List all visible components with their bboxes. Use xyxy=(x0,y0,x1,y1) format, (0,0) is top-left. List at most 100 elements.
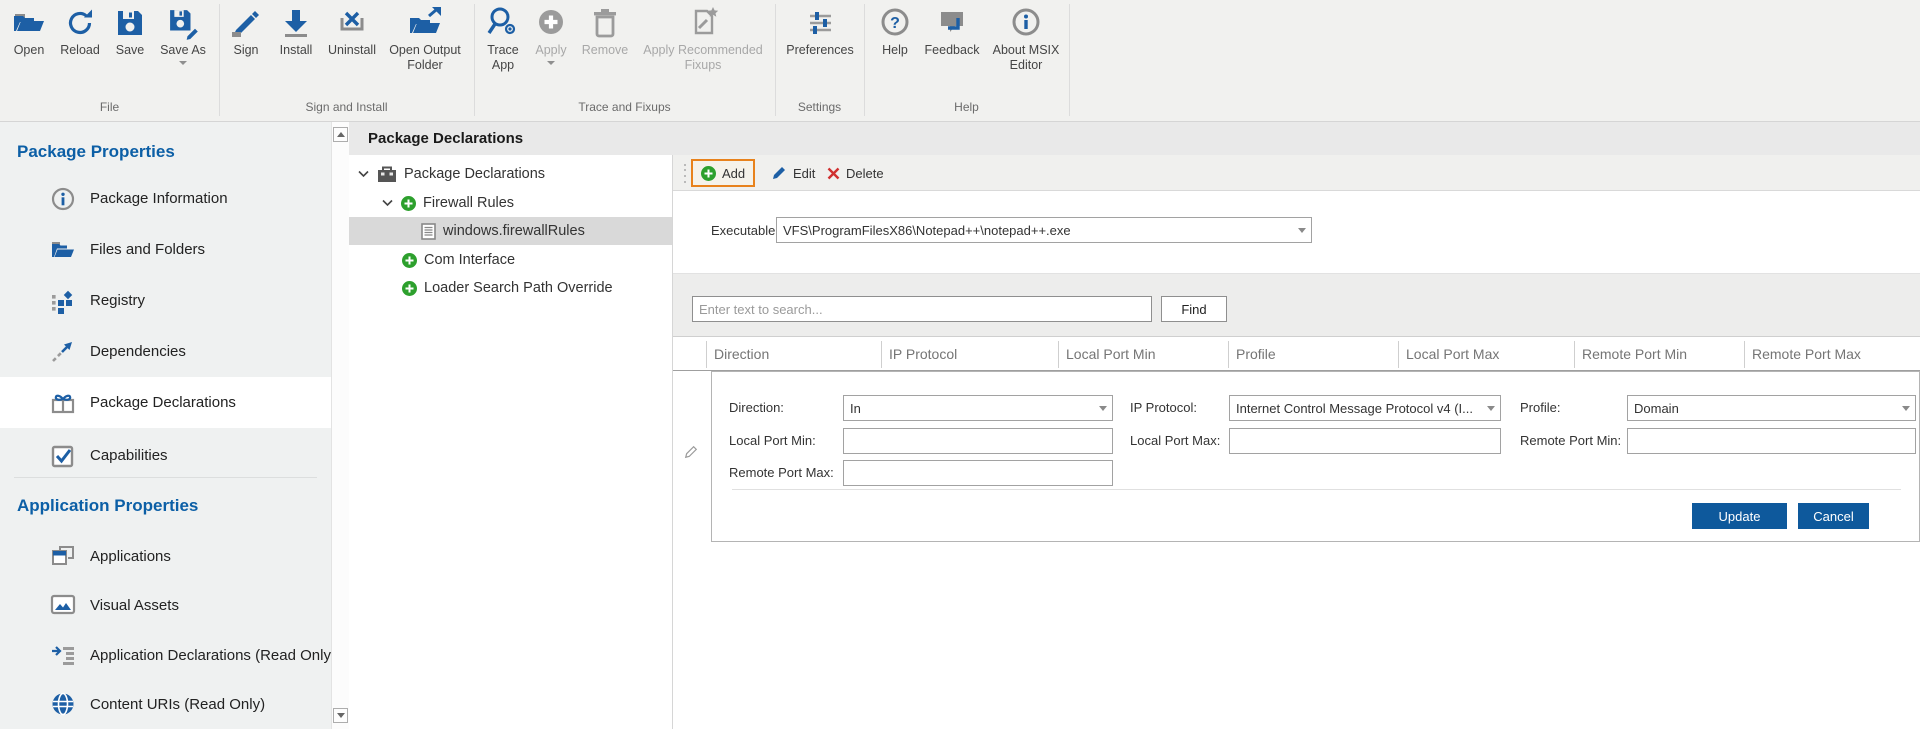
sidebar-item-label: Application Declarations (Read Only) xyxy=(90,647,336,664)
dropdown-chevron-icon xyxy=(179,61,187,65)
remote-port-min-input[interactable] xyxy=(1627,428,1916,454)
combo-arrow-icon xyxy=(1094,406,1112,411)
column-separator xyxy=(1574,341,1575,368)
sidebar-item-files-and-folders[interactable]: Files and Folders xyxy=(0,224,331,275)
executable-combobox[interactable]: VFS\ProgramFilesX86\Notepad++\notepad++.… xyxy=(776,217,1312,243)
column-header-remote-port-max[interactable]: Remote Port Max xyxy=(1752,337,1861,372)
column-header-direction[interactable]: Direction xyxy=(714,337,769,372)
sidebar-item-package-information[interactable]: Package Information xyxy=(0,173,331,224)
install-button[interactable]: Install xyxy=(270,3,322,58)
uninstall-button[interactable]: Uninstall xyxy=(324,3,380,58)
sidebar-item-content-uris[interactable]: Content URIs (Read Only) xyxy=(0,679,331,729)
install-arrow-icon xyxy=(278,5,314,41)
help-button[interactable]: ? Help xyxy=(873,3,917,58)
tree-row-firewall-rules[interactable]: Firewall Rules xyxy=(349,189,672,217)
scrollbar-up-arrow[interactable] xyxy=(333,127,348,142)
search-input[interactable] xyxy=(692,296,1152,322)
open-output-folder-label: Open Output Folder xyxy=(382,43,468,73)
save-as-button[interactable]: Save As xyxy=(154,3,212,65)
declarations-tree: Package Declarations Firewall Rules wind… xyxy=(349,155,672,729)
sign-button[interactable]: Sign xyxy=(224,3,268,58)
executable-value: VFS\ProgramFilesX86\Notepad++\notepad++.… xyxy=(777,223,1293,238)
local-port-max-input[interactable] xyxy=(1229,428,1501,454)
column-header-profile[interactable]: Profile xyxy=(1236,337,1276,372)
delete-label: Delete xyxy=(846,166,884,181)
delete-button[interactable]: Delete xyxy=(819,159,892,187)
ip-protocol-combobox[interactable]: Internet Control Message Protocol v4 (I.… xyxy=(1229,395,1501,421)
tree-row-package-declarations[interactable]: Package Declarations xyxy=(349,160,672,188)
triangle-up-icon xyxy=(337,132,345,137)
trace-app-label: Trace App xyxy=(480,43,526,73)
open-output-folder-icon xyxy=(407,5,443,41)
toolbar-grip-handle[interactable] xyxy=(684,162,686,184)
column-header-ip-protocol[interactable]: IP Protocol xyxy=(889,337,957,372)
dependency-arrow-icon xyxy=(50,339,76,365)
tree-row-com-interface[interactable]: Com Interface xyxy=(349,246,672,274)
update-button[interactable]: Update xyxy=(1692,503,1787,529)
sidebar-item-dependencies[interactable]: Dependencies xyxy=(0,326,331,377)
sidebar-item-label: Capabilities xyxy=(90,447,168,464)
sidebar-item-registry[interactable]: Registry xyxy=(0,275,331,326)
save-icon xyxy=(112,5,148,41)
column-header-local-port-max[interactable]: Local Port Max xyxy=(1406,337,1499,372)
tree-label: Com Interface xyxy=(424,252,515,268)
ribbon-group-file: File xyxy=(0,100,219,114)
triangle-down-icon xyxy=(337,713,345,718)
add-button[interactable]: Add xyxy=(691,159,755,187)
edit-button[interactable]: Edit xyxy=(763,159,823,187)
ribbon-group-sign-and-install: Sign and Install xyxy=(219,100,474,114)
tree-label: windows.firewallRules xyxy=(443,223,585,239)
edit-label: Edit xyxy=(793,166,815,181)
form-separator xyxy=(732,489,1901,490)
local-port-min-input[interactable] xyxy=(843,428,1113,454)
app-windows-icon xyxy=(50,543,76,569)
sidebar-item-capabilities[interactable]: Capabilities xyxy=(0,430,331,481)
image-icon xyxy=(50,592,76,618)
column-separator xyxy=(1744,341,1745,368)
about-msix-editor-button[interactable]: About MSIX Editor xyxy=(987,3,1065,73)
tree-label: Loader Search Path Override xyxy=(424,280,613,296)
open-button[interactable]: Open xyxy=(6,3,52,58)
profile-combobox[interactable]: Domain xyxy=(1627,395,1916,421)
sidebar-item-application-declarations[interactable]: Application Declarations (Read Only) xyxy=(0,630,331,680)
column-header-local-port-min[interactable]: Local Port Min xyxy=(1066,337,1155,372)
open-label: Open xyxy=(6,43,52,58)
apply-plus-icon xyxy=(533,5,569,41)
scrollbar-down-arrow[interactable] xyxy=(333,708,348,723)
column-separator xyxy=(1058,341,1059,368)
save-button[interactable]: Save xyxy=(108,3,152,58)
column-header-remote-port-min[interactable]: Remote Port Min xyxy=(1582,337,1687,372)
tree-row-windows-firewallrules[interactable]: windows.firewallRules xyxy=(349,217,672,245)
delete-x-icon xyxy=(827,167,840,180)
apply-button[interactable]: Apply xyxy=(528,3,574,65)
apply-recommended-fixups-button[interactable]: Apply Recommended Fixups xyxy=(638,3,768,73)
help-label: Help xyxy=(873,43,917,58)
find-button[interactable]: Find xyxy=(1161,296,1227,322)
toolbox-icon xyxy=(377,166,397,183)
sidebar-item-visual-assets[interactable]: Visual Assets xyxy=(0,580,331,630)
ip-protocol-label: IP Protocol: xyxy=(1130,395,1197,421)
sidebar-item-package-declarations[interactable]: Package Declarations xyxy=(0,377,331,428)
gift-box-icon xyxy=(50,390,76,416)
preferences-button[interactable]: Preferences xyxy=(779,3,861,58)
add-label: Add xyxy=(722,166,745,181)
direction-combobox[interactable]: In xyxy=(843,395,1113,421)
chevron-down-icon[interactable] xyxy=(382,199,393,207)
remove-button[interactable]: Remove xyxy=(576,3,634,58)
open-output-folder-button[interactable]: Open Output Folder xyxy=(382,3,468,73)
feedback-button[interactable]: Feedback xyxy=(919,3,985,58)
cancel-button[interactable]: Cancel xyxy=(1798,503,1869,529)
add-circle-icon xyxy=(402,281,417,296)
globe-icon xyxy=(50,691,76,717)
rules-toolbar: Add Edit Delete xyxy=(673,155,1920,191)
reload-button[interactable]: Reload xyxy=(54,3,106,58)
sidebar-scrollbar[interactable] xyxy=(331,122,349,729)
sidebar-item-applications[interactable]: Applications xyxy=(0,531,331,581)
ribbon: Open Reload Save Save As Sign Install Un… xyxy=(0,0,1920,122)
chevron-down-icon[interactable] xyxy=(358,170,369,178)
tree-row-loader-search-path-override[interactable]: Loader Search Path Override xyxy=(349,274,672,302)
local-port-max-label: Local Port Max: xyxy=(1130,428,1220,454)
trace-app-button[interactable]: Trace App xyxy=(480,3,526,73)
remote-port-max-input[interactable] xyxy=(843,460,1113,486)
uninstall-icon xyxy=(334,5,370,41)
